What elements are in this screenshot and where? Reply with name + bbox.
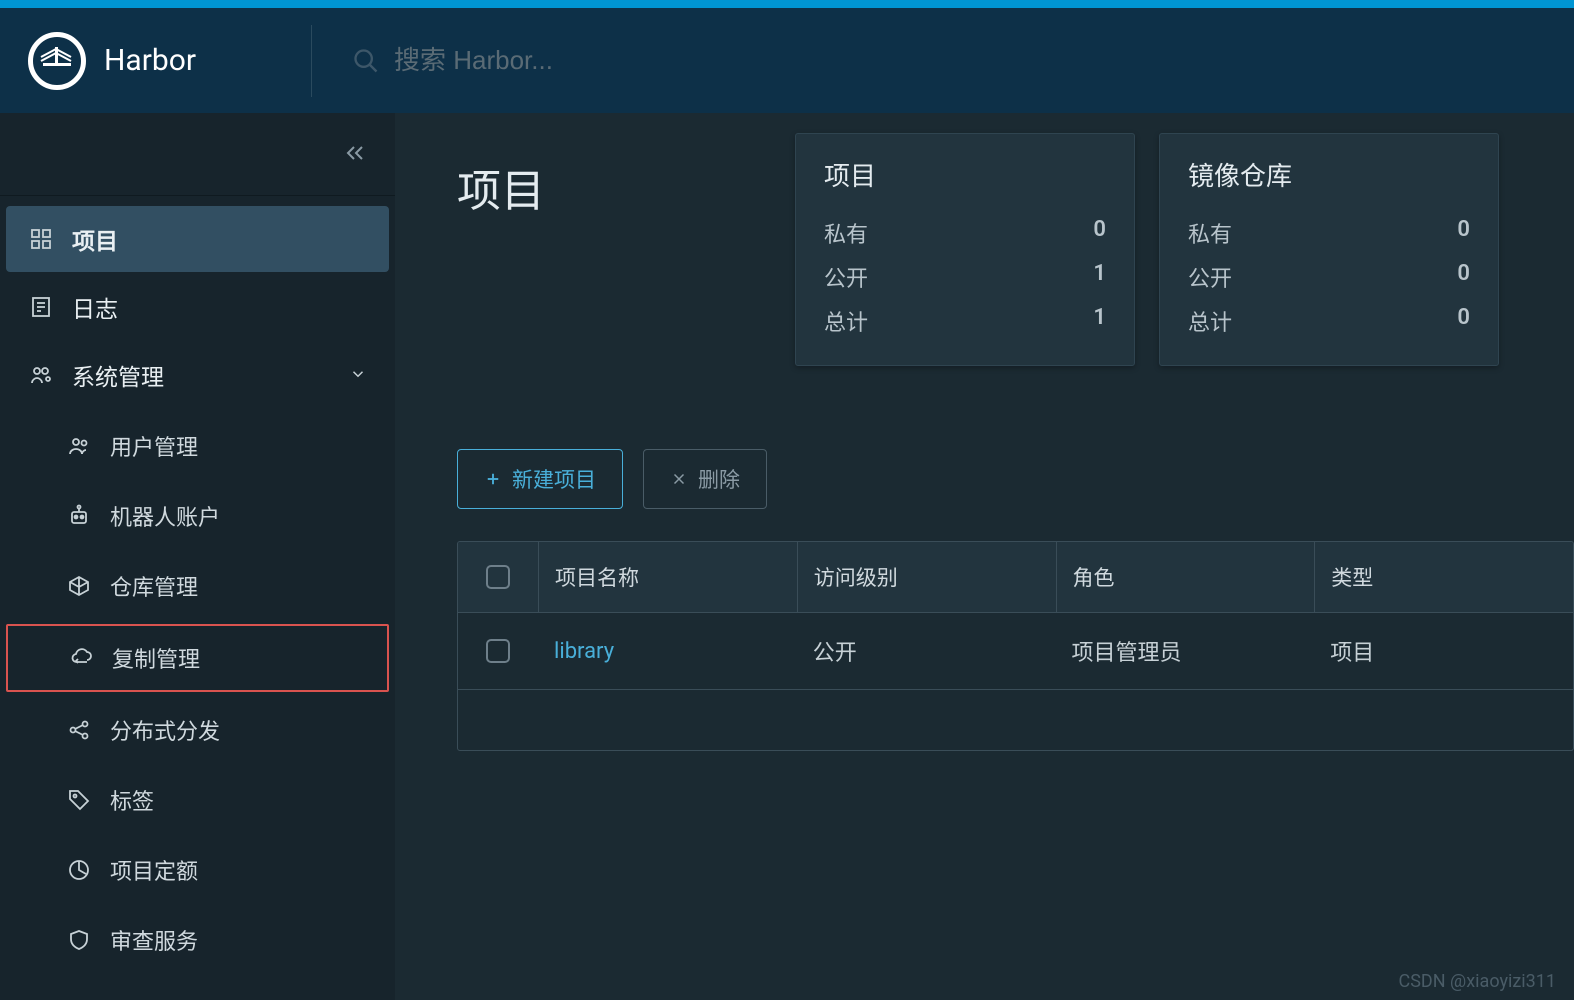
stat-card-repos: 镜像仓库 私有0 公开0 总计0	[1159, 133, 1499, 366]
main-content: 项目 项目 私有0 公开1 总计1 镜像仓库 私有0 公开0 总计0 新建项目	[395, 113, 1574, 1000]
stat-card-title: 项目	[824, 156, 1106, 193]
delete-button[interactable]: 删除	[643, 449, 767, 509]
users-icon	[66, 433, 92, 459]
sidebar-item-projects[interactable]: 项目	[6, 206, 389, 272]
search-icon	[352, 47, 380, 75]
logo[interactable]: Harbor	[28, 32, 196, 90]
col-type[interactable]: 类型	[1314, 542, 1573, 612]
top-accent-bar	[0, 0, 1574, 8]
sidebar-item-label: 复制管理	[112, 642, 200, 674]
sidebar-item-label: 机器人账户	[110, 500, 220, 532]
sidebar-item-label: 仓库管理	[110, 570, 198, 602]
header-divider	[311, 25, 312, 97]
col-name[interactable]: 项目名称	[538, 542, 797, 612]
harbor-logo-icon	[28, 32, 86, 90]
sidebar-item-robots[interactable]: 机器人账户	[6, 484, 389, 548]
sidebar-item-interrogation[interactable]: 审查服务	[6, 908, 389, 972]
sidebar-item-label: 用户管理	[110, 430, 198, 462]
cell-type: 项目	[1314, 613, 1573, 689]
sidebar-item-label: 审查服务	[110, 924, 198, 956]
tag-icon	[66, 787, 92, 813]
watermark: CSDN @xiaoyizi311	[1399, 971, 1556, 992]
stat-card-projects: 项目 私有0 公开1 总计1	[795, 133, 1135, 366]
col-access[interactable]: 访问级别	[797, 542, 1056, 612]
projects-table: 项目名称 访问级别 角色 类型 library 公开 项目管理员 项目	[457, 541, 1574, 751]
sidebar-item-logs[interactable]: 日志	[6, 274, 389, 340]
sidebar-item-replication[interactable]: 复制管理	[6, 624, 389, 692]
plus-icon	[484, 470, 502, 488]
select-all-checkbox[interactable]	[486, 565, 510, 589]
cell-access: 公开	[797, 613, 1056, 689]
sidebar-item-registries[interactable]: 仓库管理	[6, 554, 389, 618]
logs-icon	[28, 294, 54, 320]
col-role[interactable]: 角色	[1056, 542, 1315, 612]
sidebar-item-label: 标签	[110, 784, 154, 816]
header: Harbor	[0, 8, 1574, 113]
close-icon	[670, 470, 688, 488]
pie-icon	[66, 857, 92, 883]
nav-divider	[0, 195, 395, 196]
shield-icon	[66, 927, 92, 953]
robot-icon	[66, 503, 92, 529]
table-row: library 公开 项目管理员 项目	[458, 613, 1573, 690]
button-label: 新建项目	[512, 464, 596, 494]
cube-icon	[66, 573, 92, 599]
sidebar-item-users[interactable]: 用户管理	[6, 414, 389, 478]
sidebar-item-label: 项目定额	[110, 854, 198, 886]
cloud-sync-icon	[68, 645, 94, 671]
sidebar-item-admin[interactable]: 系统管理	[6, 342, 389, 408]
search-input[interactable]	[394, 45, 794, 76]
table-empty-row	[458, 690, 1573, 750]
admin-icon	[28, 362, 54, 388]
action-bar: 新建项目 删除	[457, 449, 1574, 509]
sidebar-item-distribution[interactable]: 分布式分发	[6, 698, 389, 762]
row-checkbox[interactable]	[486, 639, 510, 663]
stats-row: 项目 私有0 公开1 总计1 镜像仓库 私有0 公开0 总计0	[795, 133, 1499, 366]
sidebar-item-label: 系统管理	[72, 358, 164, 392]
share-icon	[66, 717, 92, 743]
cell-role: 项目管理员	[1056, 613, 1315, 689]
search-container	[352, 45, 1546, 76]
sidebar-item-label: 项目	[72, 222, 118, 256]
app-name: Harbor	[104, 43, 196, 78]
new-project-button[interactable]: 新建项目	[457, 449, 623, 509]
sidebar-item-quotas[interactable]: 项目定额	[6, 838, 389, 902]
sidebar: 项目 日志 系统管理 用户管理 机器人账户 仓库管理 复制管理	[0, 113, 395, 1000]
button-label: 删除	[698, 464, 740, 494]
table-header: 项目名称 访问级别 角色 类型	[458, 542, 1573, 613]
project-name-link[interactable]: library	[538, 617, 797, 686]
sidebar-item-labels[interactable]: 标签	[6, 768, 389, 832]
sidebar-item-label: 分布式分发	[110, 714, 220, 746]
sidebar-item-label: 日志	[72, 290, 118, 324]
stat-card-title: 镜像仓库	[1188, 156, 1470, 193]
projects-icon	[28, 226, 54, 252]
chevron-down-icon	[349, 362, 367, 389]
sidebar-collapse-icon[interactable]	[343, 141, 367, 169]
